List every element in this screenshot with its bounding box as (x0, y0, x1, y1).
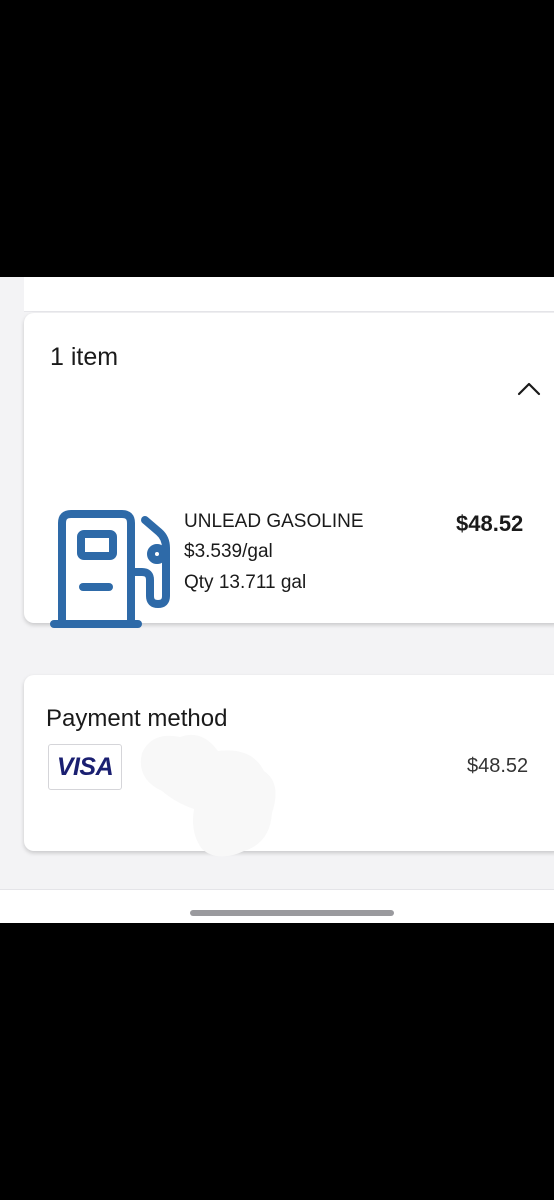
payment-method-card: Payment method VISA $48.52 (24, 675, 554, 857)
list-item[interactable]: UNLEAD GASOLINE $3.539/gal Qty 13.711 ga… (24, 313, 554, 628)
fuel-pump-icon (50, 510, 170, 628)
previous-section-card (24, 277, 554, 312)
payment-amount: $48.52 (467, 755, 529, 777)
redaction-mark (140, 734, 276, 857)
items-card: 1 item UNLEAD GASOLINE $3.539/gal Qty 13… (24, 313, 554, 628)
item-total-price: $48.52 (456, 511, 524, 536)
app-screen: 1 item UNLEAD GASOLINE $3.539/gal Qty 13… (0, 277, 554, 923)
item-name: UNLEAD GASOLINE (184, 511, 364, 532)
bottom-bar (0, 889, 554, 923)
home-indicator[interactable] (190, 910, 394, 916)
item-unit-price: $3.539/gal (184, 541, 273, 562)
visa-card-badge: VISA (48, 744, 122, 790)
card-brand-label: VISA (56, 752, 114, 781)
item-quantity: Qty 13.711 gal (184, 572, 307, 593)
